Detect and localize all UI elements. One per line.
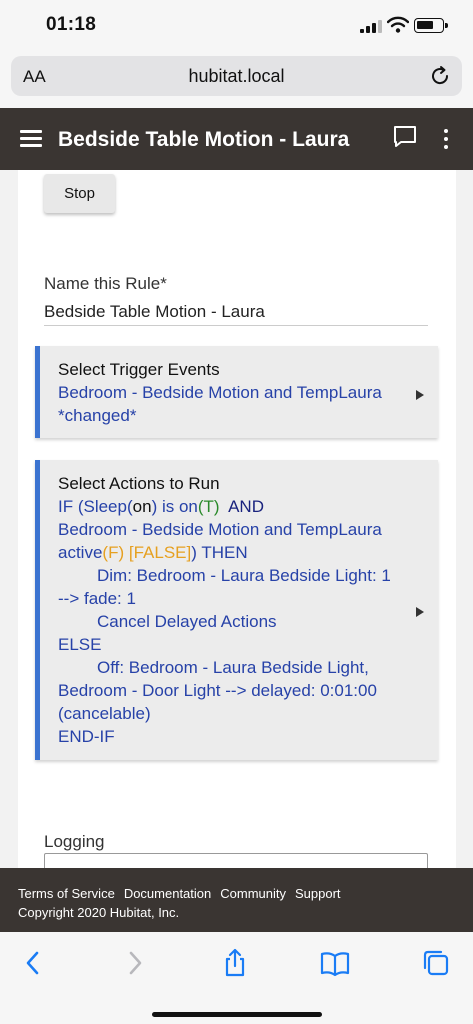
browser-toolbar: AA hubitat.local [0, 50, 473, 108]
back-chevron-icon[interactable] [18, 948, 48, 978]
community-link[interactable]: Community [220, 886, 286, 901]
action-device-line: Bedroom - Bedside Motion and TempLaura [58, 520, 382, 539]
stop-button[interactable]: Stop [44, 174, 115, 213]
rule-name-input[interactable] [44, 298, 428, 326]
signal-icon [360, 20, 382, 33]
reload-icon[interactable] [428, 64, 452, 88]
action-fade-line: --> fade: 1 [58, 589, 136, 608]
actions-heading: Select Actions to Run [58, 474, 220, 493]
action-dim-line: Dim: Bedroom - Laura Bedside Light: 1 [97, 566, 391, 585]
page-title: Bedside Table Motion - Laura [58, 128, 350, 151]
share-icon[interactable] [220, 948, 250, 978]
clock: 01:18 [46, 14, 97, 35]
terms-link[interactable]: Terms of Service [18, 886, 115, 901]
status-bar: 01:18 [0, 0, 473, 50]
hamburger-icon[interactable] [20, 130, 42, 148]
trigger-heading: Select Trigger Events [58, 360, 220, 379]
address-bar[interactable]: AA hubitat.local [11, 56, 462, 96]
app-header: Bedside Table Motion - Laura [0, 108, 473, 170]
tabs-icon[interactable] [421, 948, 451, 978]
trigger-device: Bedroom - Bedside Motion and TempLaura [58, 383, 382, 402]
url-text[interactable]: hubitat.local [11, 66, 462, 87]
page-footer: Terms of Service Documentation Community Su… [0, 868, 473, 932]
battery-icon [414, 18, 448, 33]
expand-arrow-icon [416, 607, 424, 617]
rule-card: Stop Name this Rule* Select Trigger Even… [18, 170, 456, 868]
support-link[interactable]: Support [295, 886, 341, 901]
action-cancelable-line: (cancelable) [58, 704, 151, 723]
logging-label: Logging [44, 832, 105, 851]
expand-arrow-icon [416, 390, 424, 400]
logging-select[interactable] [44, 853, 428, 868]
browser-bottom-bar [0, 932, 473, 1024]
rule-name-label: Name this Rule* [44, 274, 167, 293]
wifi-icon [387, 16, 409, 33]
actions-section[interactable]: Select Actions to Run IF (Sleep(on) is o… [35, 460, 438, 760]
copyright-text: Copyright 2020 Hubitat, Inc. [18, 905, 180, 920]
trigger-condition: *changed* [58, 406, 137, 425]
footer-links: Terms of Service Documentation Community Su… [18, 886, 350, 901]
trigger-events-section[interactable]: Select Trigger Events Bedroom - Bedside … [35, 346, 438, 438]
forward-chevron-icon[interactable] [120, 948, 150, 978]
action-endif-line: END-IF [58, 727, 115, 746]
action-if-line: IF (Sleep(on) is on(T) AND [58, 497, 264, 516]
documentation-link[interactable]: Documentation [124, 886, 211, 901]
chat-bubble-icon[interactable] [393, 125, 417, 149]
home-indicator [152, 1012, 322, 1017]
action-active-line: active(F) [FALSE]) THEN [58, 543, 248, 562]
action-off-line: Off: Bedroom - Laura Bedside Light, [97, 658, 369, 677]
more-vertical-icon[interactable] [438, 127, 454, 151]
action-else-line: ELSE [58, 635, 102, 654]
book-icon[interactable] [320, 948, 350, 978]
rule-content: Stop Name this Rule* Select Trigger Even… [0, 170, 473, 868]
action-door-line: Bedroom - Door Light --> delayed: 0:01:0… [58, 681, 377, 700]
action-cancel-line: Cancel Delayed Actions [97, 612, 277, 631]
